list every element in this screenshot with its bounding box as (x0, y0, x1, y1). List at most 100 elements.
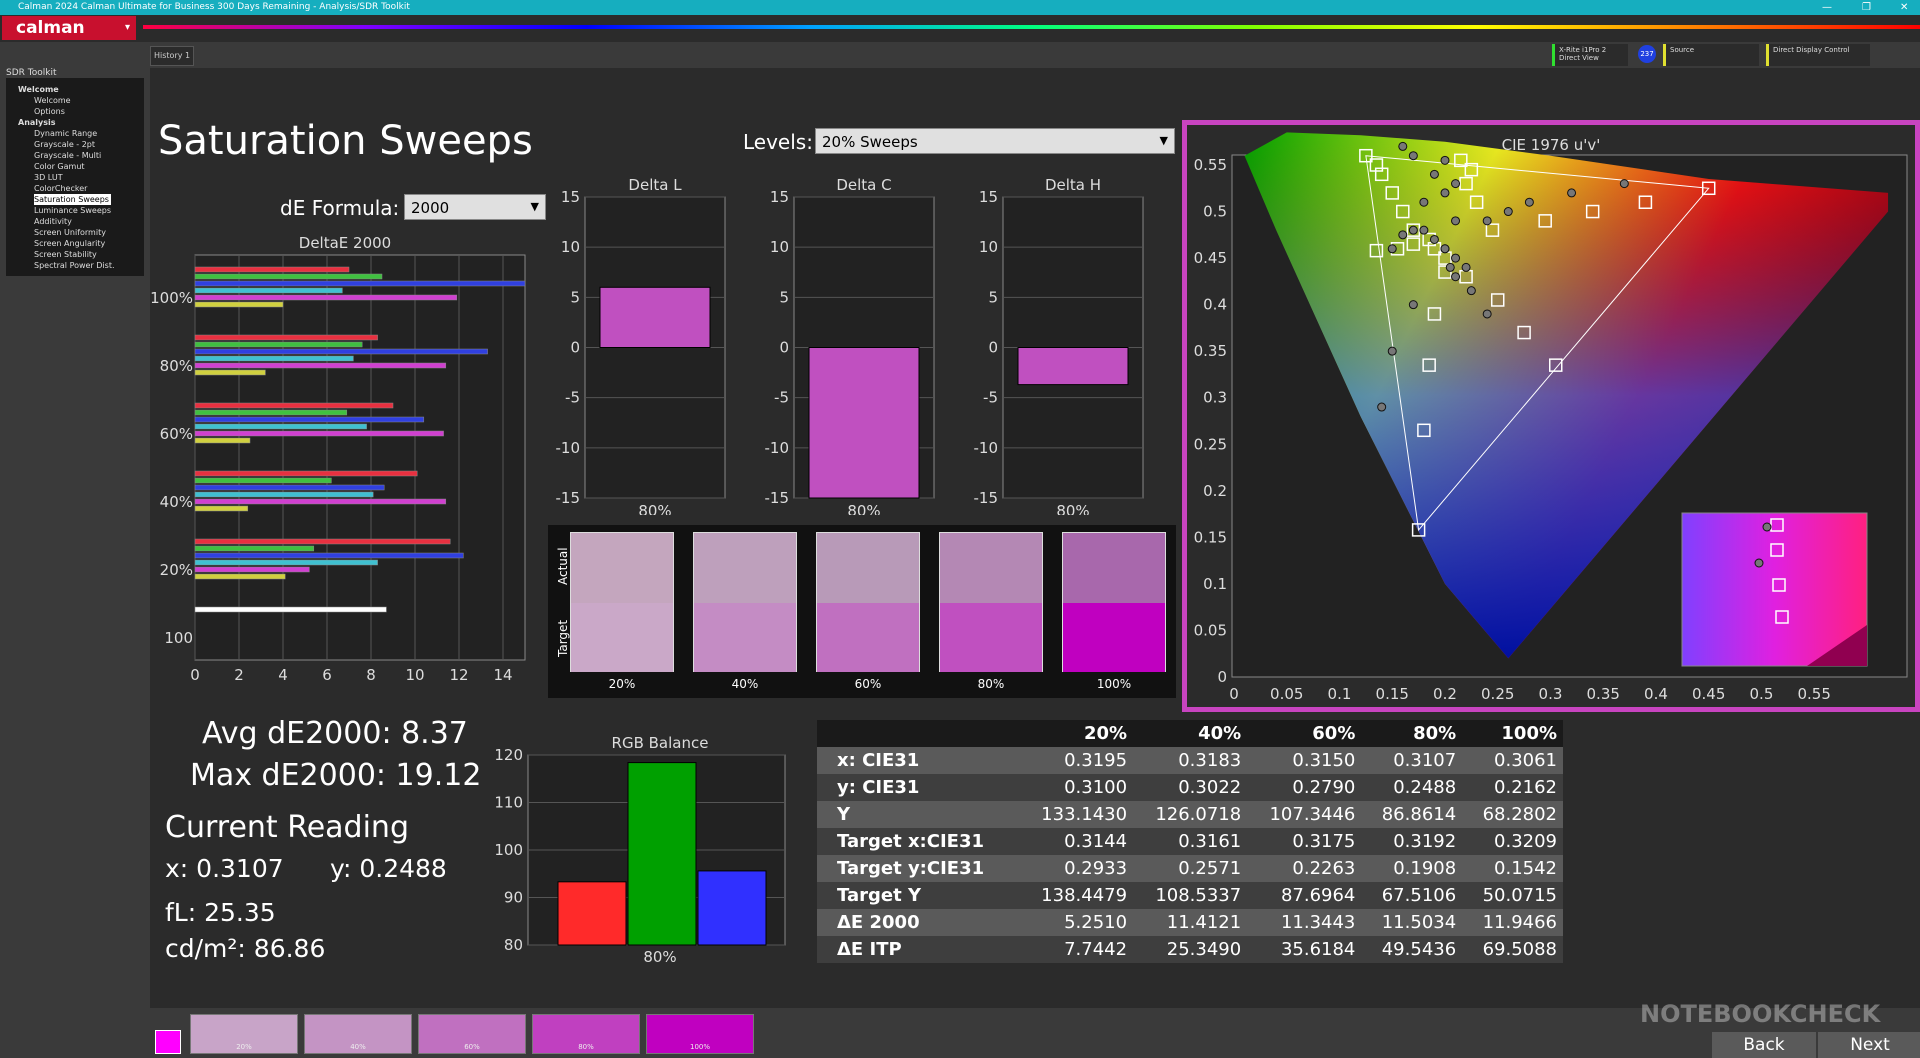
current-color-swatch (155, 1030, 181, 1054)
measurement-table: 20% 40% 60% 80% 100% x: CIE31 0.3195 0.3183 0.31… (817, 720, 1563, 963)
swatch-panel: Actual Target 20% 40% 60% 80% 100% (548, 525, 1176, 698)
table-cell: 126.0718 (1133, 801, 1248, 828)
table-cell: 0.3061 (1462, 747, 1563, 774)
column-header: 80% (1361, 720, 1463, 747)
bar (194, 301, 284, 308)
bar (194, 280, 526, 287)
x-tick-label: 6 (322, 666, 332, 684)
chevron-down-icon: ▾ (124, 22, 130, 33)
tree-item[interactable]: Saturation Sweeps (34, 194, 111, 205)
tree-item[interactable]: Grayscale - Multi (10, 150, 140, 161)
y-tick-label: -15 (765, 489, 790, 507)
table-cell: 0.3022 (1133, 774, 1248, 801)
bar (194, 559, 378, 566)
tree-item[interactable]: Grayscale - 2pt (10, 139, 140, 150)
tree-item[interactable]: Screen Angularity (10, 238, 140, 249)
table-row: Y 133.1430 126.0718 107.3446 86.8614 68.2802 (817, 801, 1563, 828)
y-tick-label: 0.45 (1194, 249, 1227, 267)
x-tick-label: 10 (405, 666, 424, 684)
category-label: 80% (638, 502, 671, 515)
close-button[interactable]: ✕ (1900, 0, 1908, 15)
target-label: Target (556, 619, 570, 657)
x-tick-label: 14 (493, 666, 512, 684)
table-cell: 0.2571 (1133, 855, 1248, 882)
table-cell: 0.3183 (1133, 747, 1248, 774)
table-cell: 108.5337 (1133, 882, 1248, 909)
maximize-button[interactable]: ❐ (1862, 0, 1871, 15)
bar (194, 423, 367, 430)
meter-selector[interactable]: X-Rite i1Pro 2 Direct View (1552, 44, 1628, 66)
group-label: 100% (150, 289, 193, 307)
y-tick-label: 0.15 (1194, 528, 1227, 546)
swatch-label: 60% (854, 677, 882, 691)
calman-logo[interactable]: calman ▾ (2, 16, 136, 40)
tree-item[interactable]: Additivity (10, 216, 140, 227)
measured-point (1482, 216, 1492, 226)
level-swatch-button[interactable]: 40% (304, 1014, 412, 1054)
y-tick-label: 0.25 (1194, 435, 1227, 453)
display-control-selector[interactable]: Direct Display Control (1766, 44, 1870, 66)
next-button[interactable]: Next (1818, 1032, 1920, 1058)
bar (194, 437, 251, 444)
level-swatch-button[interactable]: 20% (190, 1014, 298, 1054)
y-tick-label: 0.3 (1203, 389, 1227, 407)
bar (194, 491, 374, 498)
back-button[interactable]: Back (1712, 1032, 1816, 1058)
y-tick-label: -5 (983, 389, 998, 407)
level-swatch-button[interactable]: 80% (532, 1014, 640, 1054)
tree-item[interactable]: Options (10, 106, 140, 117)
swatch (570, 532, 674, 672)
tree-item[interactable]: Welcome (10, 84, 140, 95)
y-tick-label: 110 (494, 794, 523, 812)
sidebar-title: SDR Toolkit (6, 68, 57, 78)
tree-item[interactable]: Color Gamut (10, 161, 140, 172)
table-cell: 68.2802 (1462, 801, 1563, 828)
levels-select[interactable]: 20% Sweeps ▼ (815, 128, 1175, 154)
tree-item[interactable]: Luminance Sweeps (10, 205, 140, 216)
bar (194, 287, 343, 294)
chevron-down-icon: ▼ (1159, 134, 1168, 147)
minimize-button[interactable]: — (1822, 0, 1832, 15)
swatch (816, 532, 920, 672)
table-cell: 0.2933 (1018, 855, 1134, 882)
swatch (939, 532, 1043, 672)
actual-label: Actual (556, 547, 570, 585)
bar (194, 266, 350, 273)
y-tick-label: 0 (1217, 668, 1227, 686)
tree-item[interactable]: Analysis (10, 117, 140, 128)
table-cell: 67.5106 (1361, 882, 1463, 909)
measured-point (1445, 262, 1455, 272)
current-cdm2: cd/m²: 86.86 (165, 934, 326, 963)
y-tick-label: 5 (570, 288, 580, 306)
target-swatch (1063, 603, 1165, 672)
formula-select[interactable]: 2000 ▼ (404, 194, 546, 220)
swatch (693, 532, 797, 672)
swatch-label: 80% (977, 677, 1005, 691)
level-swatch-label: 80% (578, 1043, 594, 1051)
tab-history-1[interactable]: History 1 (150, 46, 194, 66)
measured-point (1440, 155, 1450, 165)
cie-chart-panel: CIE 1976 u'v' 0 0.05 0.1 0.15 0.2 0.25 0.3 0.35 0… (1182, 120, 1920, 712)
delta-bar (1017, 347, 1129, 386)
source-selector[interactable]: Source (1663, 44, 1759, 66)
table-cell: 133.1430 (1018, 801, 1134, 828)
column-header: 100% (1462, 720, 1563, 747)
tree-item[interactable]: Screen Stability (10, 249, 140, 260)
x-tick-label: 0 (190, 666, 200, 684)
tree-item[interactable]: 3D LUT (10, 172, 140, 183)
bar (194, 545, 315, 552)
bar (194, 505, 249, 512)
level-swatch-button[interactable]: 100% (646, 1014, 754, 1054)
rgb-bar (557, 881, 627, 946)
table-row: ΔE ITP 7.7442 25.3490 35.6184 49.5436 69.5088 (817, 936, 1563, 963)
y-tick-label: 0 (988, 339, 998, 357)
tree-item[interactable]: Screen Uniformity (10, 227, 140, 238)
level-swatch-button[interactable]: 60% (418, 1014, 526, 1054)
table-cell: 35.6184 (1247, 936, 1362, 963)
tree-item[interactable]: ColorChecker (10, 183, 140, 194)
tree-item[interactable]: Welcome (10, 95, 140, 106)
tree-item[interactable]: Spectral Power Dist. (10, 260, 140, 271)
level-swatch-label: 20% (236, 1043, 252, 1051)
measured-point (1429, 234, 1439, 244)
tree-item[interactable]: Dynamic Range (10, 128, 140, 139)
